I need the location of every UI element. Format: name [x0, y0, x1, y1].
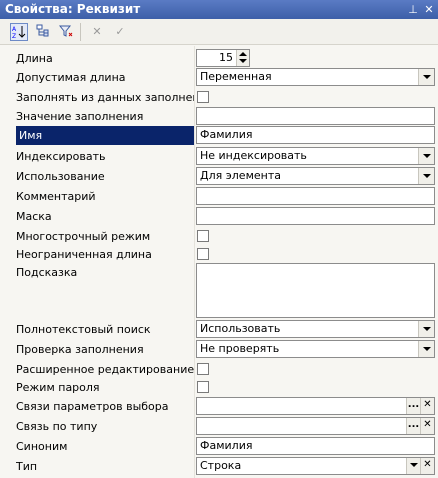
- clear-icon[interactable]: ✕: [420, 418, 434, 434]
- name-input[interactable]: Фамилия: [196, 126, 435, 144]
- mask-input[interactable]: [196, 207, 435, 225]
- fill-check-select[interactable]: Не проверять: [196, 340, 435, 358]
- prop-label: Проверка заполнения: [16, 343, 144, 356]
- chevron-down-icon[interactable]: [418, 69, 434, 85]
- prop-label: Допустимая длина: [16, 71, 126, 84]
- length-value: 15: [219, 51, 233, 64]
- password-mode-checkbox[interactable]: [197, 381, 209, 393]
- chevron-down-icon[interactable]: [418, 168, 434, 184]
- prop-label: Комментарий: [16, 190, 96, 203]
- prop-label: Заполнять из данных заполнения: [16, 91, 194, 104]
- prop-label: Индексировать: [16, 150, 106, 163]
- allowed-length-select[interactable]: Переменная: [196, 68, 435, 86]
- window-title-bar: Свойства: Реквизит ⊥ ✕: [0, 0, 438, 19]
- fill-value-input[interactable]: [196, 107, 435, 125]
- fill-from-data-checkbox[interactable]: [197, 91, 209, 103]
- choice-params-input[interactable]: ... ✕: [196, 397, 435, 415]
- indexing-select[interactable]: Не индексировать: [196, 147, 435, 165]
- unlimited-length-checkbox[interactable]: [197, 248, 209, 260]
- prop-label: Длина: [16, 52, 53, 65]
- chevron-down-icon[interactable]: [406, 458, 420, 474]
- usage-select[interactable]: Для элемента: [196, 167, 435, 185]
- categories-icon[interactable]: [34, 23, 52, 41]
- fill-check-value: Не проверять: [200, 342, 280, 355]
- prop-label[interactable]: Имя: [16, 126, 194, 145]
- extended-edit-checkbox[interactable]: [197, 363, 209, 375]
- prop-label: Использование: [16, 170, 105, 183]
- prop-label: Расширенное редактирование: [16, 363, 194, 376]
- svg-text:Z: Z: [12, 33, 16, 40]
- ellipsis-icon[interactable]: ...: [406, 418, 420, 434]
- synonym-input[interactable]: Фамилия: [196, 437, 435, 455]
- window-title: Свойства: Реквизит: [5, 2, 141, 16]
- fulltext-search-select[interactable]: Использовать: [196, 320, 435, 338]
- prop-label: Неограниченная длина: [16, 248, 152, 261]
- prop-label: Связи параметров выбора: [16, 400, 169, 413]
- comment-input[interactable]: [196, 187, 435, 205]
- fulltext-search-value: Использовать: [200, 322, 281, 335]
- prop-label: Маска: [16, 210, 52, 223]
- prop-label: Полнотекстовый поиск: [16, 323, 151, 336]
- usage-value: Для элемента: [200, 169, 281, 182]
- prop-label: Связь по типу: [16, 420, 98, 433]
- prop-label: Значение заполнения: [16, 110, 144, 123]
- chevron-down-icon[interactable]: [418, 341, 434, 357]
- toolbar: AZ ✕ ✓: [0, 19, 438, 45]
- type-select[interactable]: Строка ✕: [196, 457, 435, 475]
- toolbar-separator: [80, 23, 81, 41]
- chevron-down-icon[interactable]: [418, 148, 434, 164]
- close-icon[interactable]: ✕: [422, 0, 436, 19]
- ellipsis-icon[interactable]: ...: [406, 398, 420, 414]
- filter-icon[interactable]: [57, 23, 75, 41]
- length-spinner[interactable]: 15: [196, 49, 250, 67]
- apply-icon[interactable]: ✓: [111, 23, 129, 41]
- spinner-arrows-icon[interactable]: [236, 50, 249, 66]
- sort-alpha-icon[interactable]: AZ: [10, 23, 28, 41]
- clear-icon[interactable]: ✕: [420, 458, 434, 474]
- type-value: Строка: [200, 459, 242, 472]
- prop-label: Многострочный режим: [16, 230, 151, 243]
- clear-icon[interactable]: ✕: [420, 398, 434, 414]
- pin-icon[interactable]: ⊥: [406, 0, 420, 19]
- prop-label: Тип: [16, 460, 38, 473]
- property-grid: Длина 15 Допустимая длина Переменная Зап…: [0, 46, 438, 478]
- prop-label: Синоним: [16, 440, 68, 453]
- prop-label: Режим пароля: [16, 381, 100, 394]
- allowed-length-value: Переменная: [200, 70, 272, 83]
- prop-label: Подсказка: [16, 266, 78, 279]
- hint-textarea[interactable]: [196, 263, 435, 318]
- delete-icon[interactable]: ✕: [88, 23, 106, 41]
- multiline-checkbox[interactable]: [197, 230, 209, 242]
- indexing-value: Не индексировать: [200, 149, 307, 162]
- type-link-input[interactable]: ... ✕: [196, 417, 435, 435]
- svg-text:A: A: [12, 26, 17, 33]
- chevron-down-icon[interactable]: [418, 321, 434, 337]
